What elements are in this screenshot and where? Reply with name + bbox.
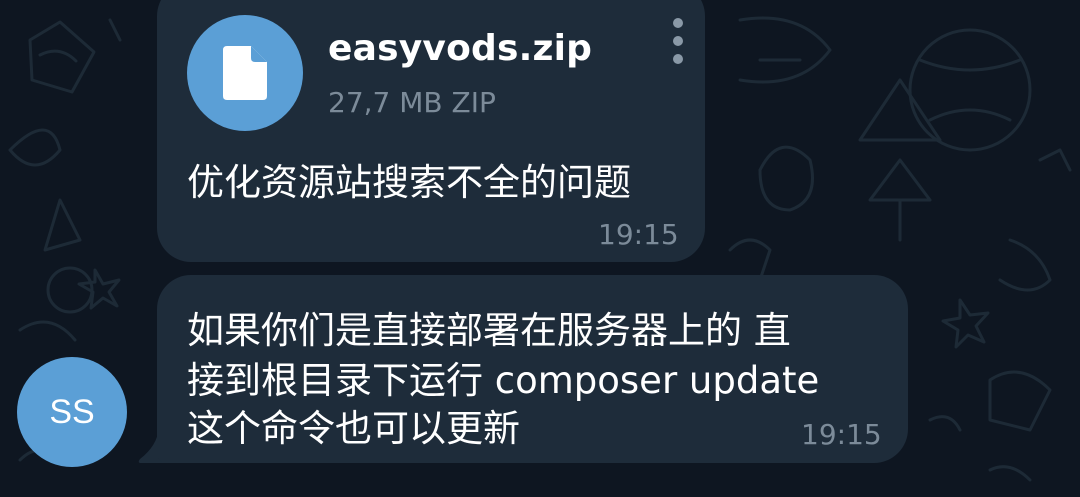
- file-caption: 优化资源站搜索不全的问题: [187, 161, 631, 204]
- message-time: 19:15: [598, 218, 679, 251]
- message-text-line: 接到根目录下运行 composer update: [187, 359, 820, 402]
- message-text-line: 如果你们是直接部署在服务器上的 直: [187, 309, 791, 352]
- file-size-label: 27,7 MB ZIP: [328, 86, 496, 119]
- avatar[interactable]: SS: [17, 357, 127, 467]
- more-options-icon[interactable]: [666, 18, 690, 64]
- file-name[interactable]: easyvods.zip: [328, 28, 592, 69]
- message-text-line: 这个命令也可以更新: [187, 407, 520, 450]
- file-download-button[interactable]: [187, 15, 303, 131]
- message-time: 19:15: [801, 418, 882, 451]
- avatar-initials: SS: [49, 392, 95, 431]
- document-icon: [223, 46, 267, 100]
